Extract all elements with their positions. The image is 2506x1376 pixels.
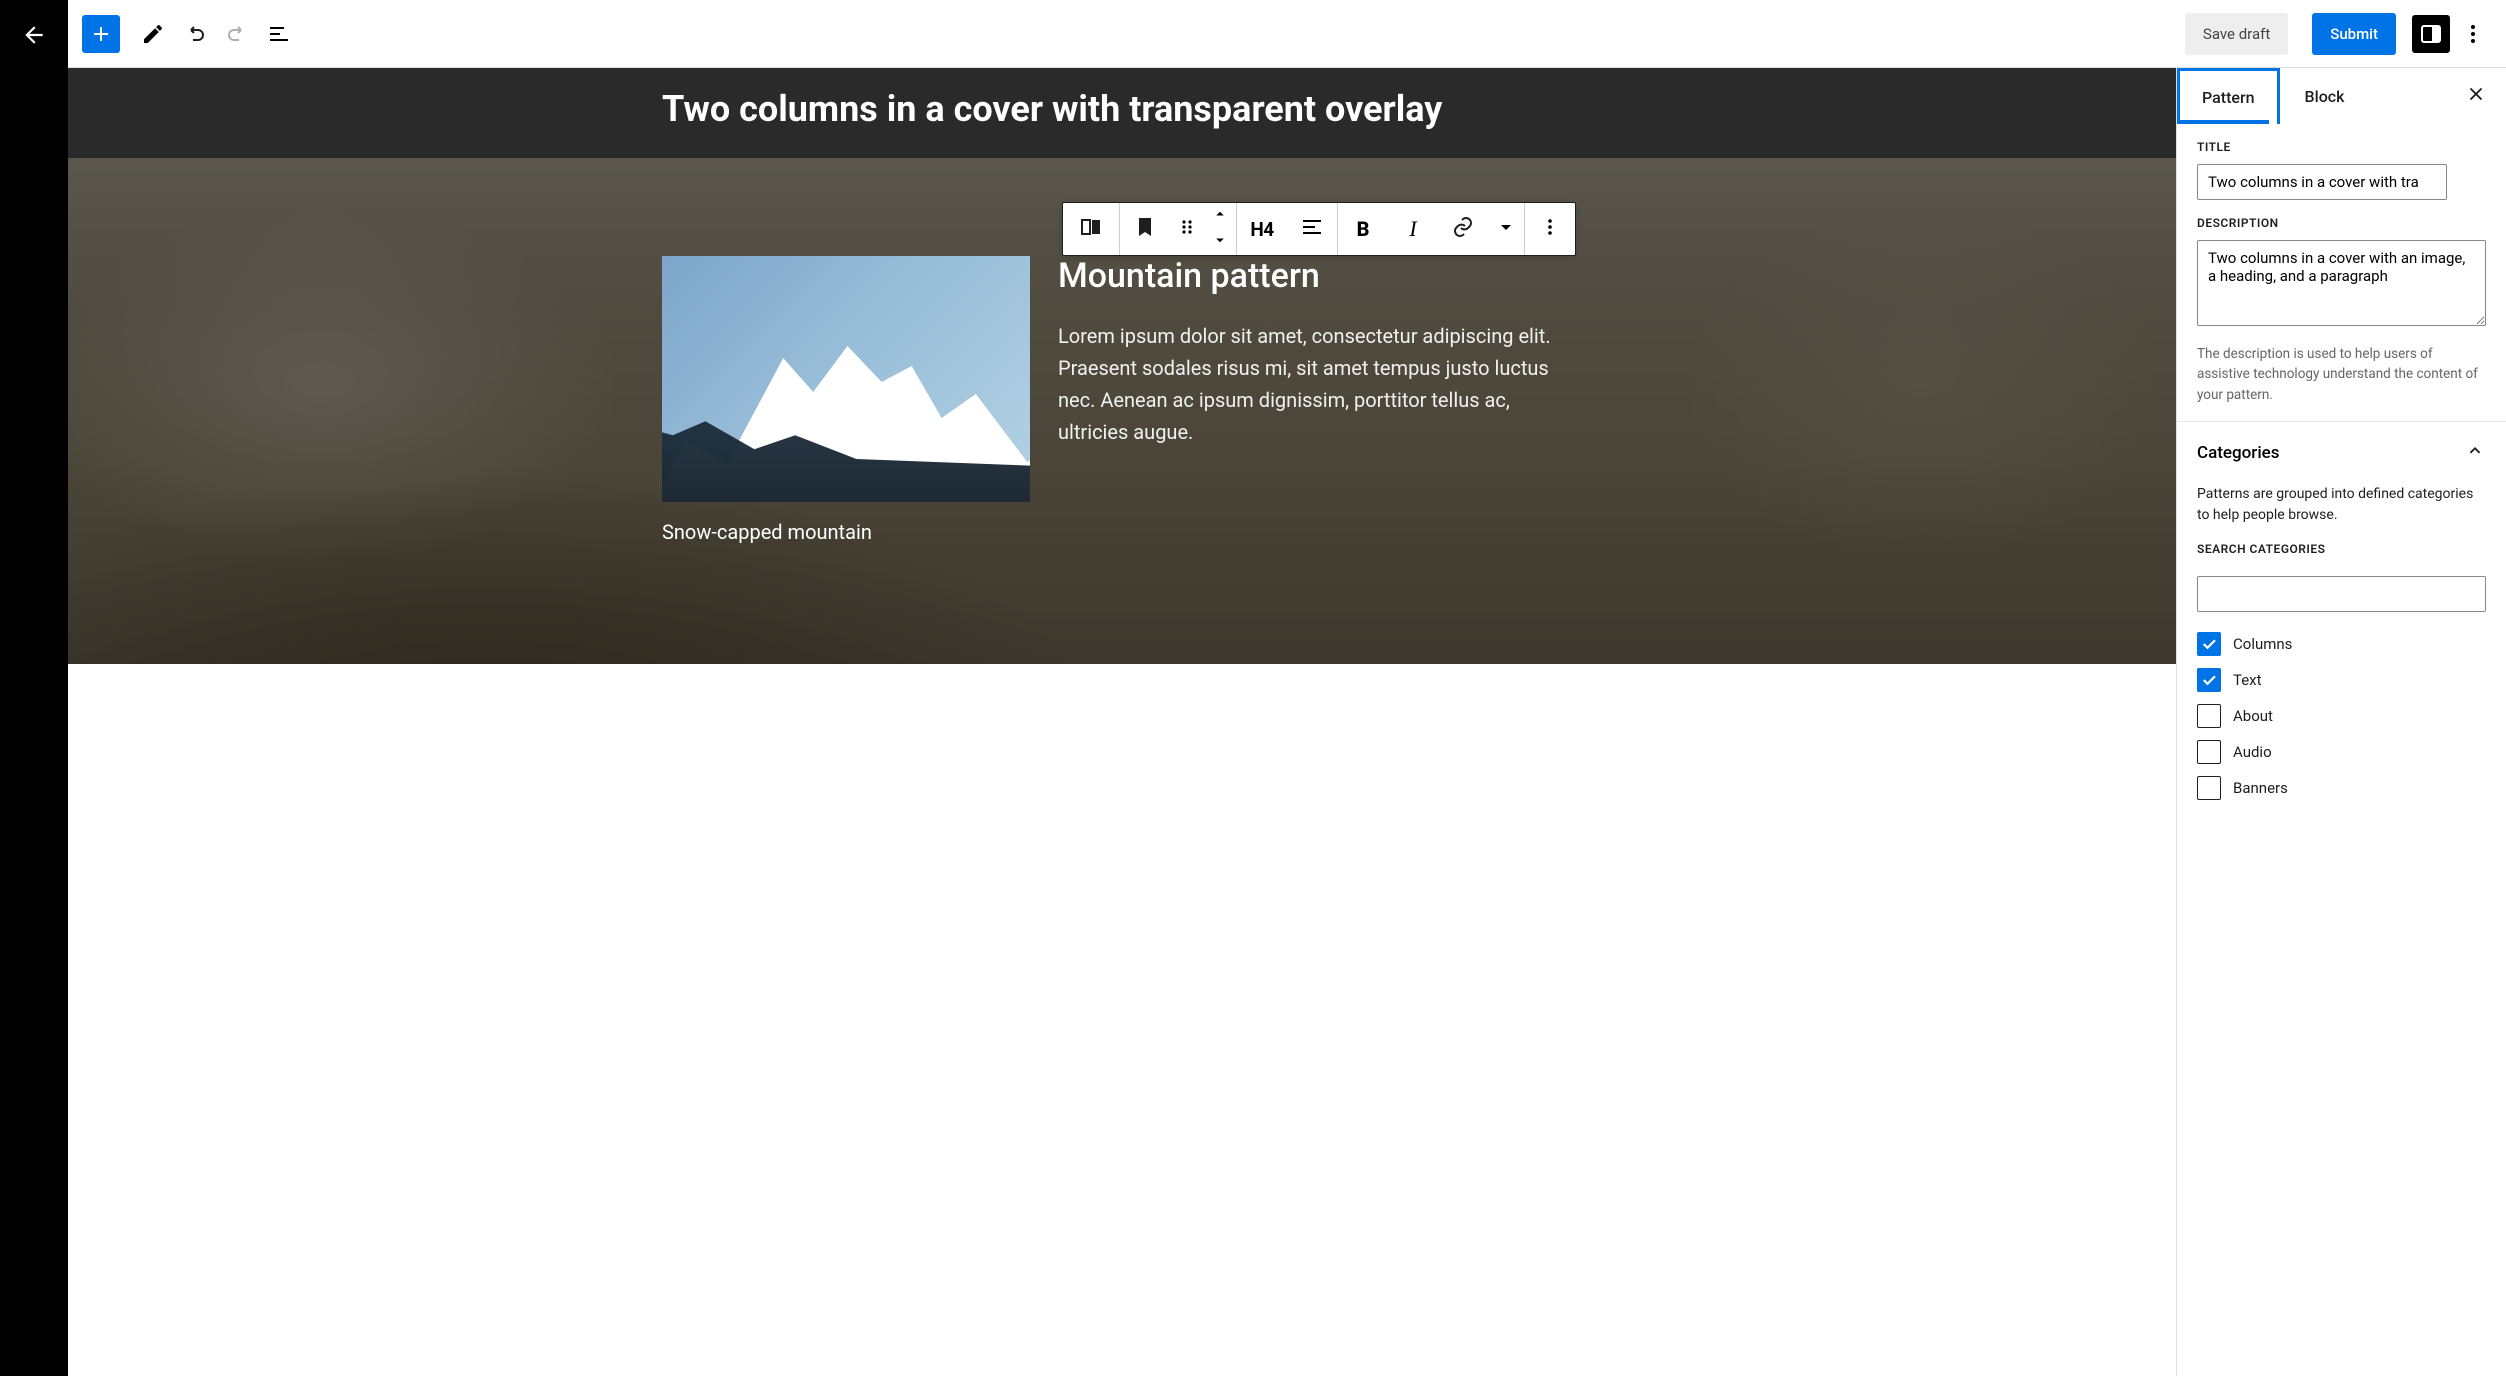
- heading-level-button[interactable]: H4: [1237, 203, 1287, 255]
- top-toolbar: Save draft Submit: [68, 0, 2506, 68]
- chevron-down-icon: [1494, 215, 1518, 243]
- link-button[interactable]: [1438, 203, 1488, 255]
- category-item[interactable]: Banners: [2197, 770, 2486, 806]
- more-text-options[interactable]: [1488, 203, 1524, 255]
- category-item[interactable]: Text: [2197, 662, 2486, 698]
- category-item[interactable]: Audio: [2197, 734, 2486, 770]
- undo-button[interactable]: [176, 15, 214, 53]
- wp-back-bar[interactable]: [0, 0, 68, 1376]
- save-draft-label: Save draft: [2203, 25, 2270, 43]
- category-label: Text: [2233, 671, 2262, 689]
- categories-accordion-toggle[interactable]: Categories: [2177, 422, 2506, 484]
- categories-heading: Categories: [2197, 443, 2280, 463]
- tab-block[interactable]: Block: [2280, 68, 2370, 124]
- sidebar-tabs: Pattern Block: [2177, 68, 2506, 124]
- page-title-text: Two columns in a cover with transparent …: [642, 88, 1602, 130]
- move-down-button[interactable]: [1204, 229, 1236, 255]
- title-label: TITLE: [2197, 140, 2486, 154]
- bold-icon: B: [1357, 217, 1370, 241]
- category-label: Columns: [2233, 635, 2292, 653]
- checkbox[interactable]: [2197, 776, 2221, 800]
- description-label: DESCRIPTION: [2197, 216, 2486, 230]
- move-up-button[interactable]: [1204, 203, 1236, 229]
- checkbox[interactable]: [2197, 740, 2221, 764]
- pattern-paragraph[interactable]: Lorem ipsum dolor sit amet, consectetur …: [1058, 320, 1582, 448]
- search-categories-input[interactable]: [2197, 576, 2486, 612]
- bold-button[interactable]: B: [1338, 203, 1388, 255]
- drag-handle[interactable]: [1170, 203, 1204, 255]
- category-label: Banners: [2233, 779, 2288, 797]
- save-draft-button[interactable]: Save draft: [2185, 13, 2288, 55]
- parent-block-button[interactable]: [1120, 203, 1170, 255]
- editor-canvas[interactable]: Two columns in a cover with transparent …: [68, 68, 2176, 1376]
- pattern-image[interactable]: [662, 256, 1030, 502]
- more-vertical-icon: [1538, 215, 1562, 243]
- category-item[interactable]: Columns: [2197, 626, 2486, 662]
- bookmark-icon: [1133, 215, 1157, 243]
- tab-underline: [2177, 120, 2269, 124]
- submit-button[interactable]: Submit: [2312, 13, 2396, 55]
- checkbox[interactable]: [2197, 668, 2221, 692]
- close-sidebar-button[interactable]: [2458, 78, 2494, 114]
- categories-description: Patterns are grouped into defined catego…: [2177, 484, 2506, 542]
- title-input[interactable]: [2197, 164, 2447, 200]
- checkbox[interactable]: [2197, 704, 2221, 728]
- tools-button[interactable]: [134, 15, 172, 53]
- block-toolbar: H4 B: [1062, 202, 1576, 256]
- block-type-button[interactable]: [1063, 203, 1119, 255]
- settings-panel-toggle[interactable]: [2412, 15, 2450, 53]
- search-categories-label: SEARCH CATEGORIES: [2177, 542, 2506, 566]
- tab-block-label: Block: [2305, 87, 2345, 106]
- align-button[interactable]: [1287, 203, 1337, 255]
- category-label: About: [2233, 707, 2273, 725]
- document-outline-button[interactable]: [260, 15, 298, 53]
- more-options-button[interactable]: [2454, 15, 2492, 53]
- chevron-down-icon: [1211, 231, 1229, 253]
- drag-icon: [1175, 215, 1199, 243]
- category-label: Audio: [2233, 743, 2272, 761]
- chevron-up-icon: [2464, 440, 2486, 466]
- description-help-text: The description is used to help users of…: [2197, 344, 2486, 405]
- add-block-button[interactable]: [82, 15, 120, 53]
- category-item[interactable]: About: [2197, 698, 2486, 734]
- chevron-up-icon: [1211, 205, 1229, 227]
- italic-icon: I: [1409, 216, 1416, 242]
- columns-icon: [1079, 215, 1103, 243]
- redo-button[interactable]: [218, 15, 256, 53]
- back-arrow-icon: [21, 22, 47, 52]
- checkbox[interactable]: [2197, 632, 2221, 656]
- page-title-block[interactable]: Two columns in a cover with transparent …: [68, 68, 2176, 158]
- categories-list: Columns Text About Audio Banners: [2177, 626, 2506, 826]
- tab-pattern-label: Pattern: [2202, 88, 2255, 107]
- submit-label: Submit: [2330, 25, 2378, 43]
- link-icon: [1451, 215, 1475, 243]
- block-more-button[interactable]: [1525, 203, 1575, 255]
- heading-level-label: H4: [1250, 218, 1273, 241]
- cover-block[interactable]: H4 B: [68, 158, 2176, 664]
- pattern-heading[interactable]: Mountain pattern: [1058, 256, 1582, 296]
- close-icon: [2465, 83, 2487, 109]
- image-caption[interactable]: Snow-capped mountain: [662, 520, 1030, 544]
- align-left-icon: [1300, 215, 1324, 243]
- italic-button[interactable]: I: [1388, 203, 1438, 255]
- settings-sidebar: Pattern Block TITLE DESCRIPTION: [2176, 68, 2506, 1376]
- tab-pattern[interactable]: Pattern: [2177, 68, 2280, 124]
- description-input[interactable]: [2197, 240, 2486, 326]
